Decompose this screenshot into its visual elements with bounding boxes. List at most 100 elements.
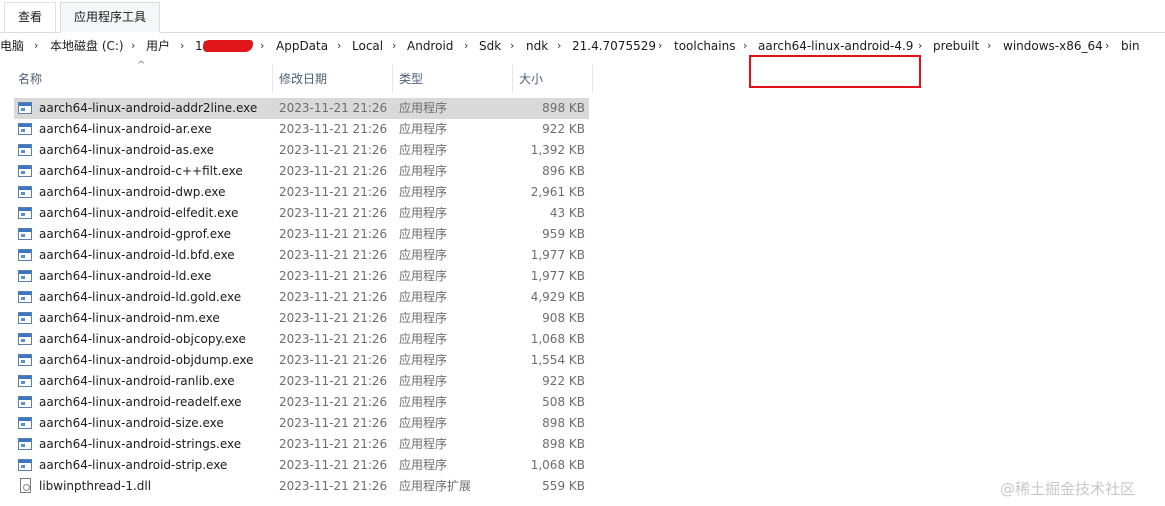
file-size: 43 KB	[549, 206, 585, 220]
breadcrumb-separator-icon[interactable]: ›	[1105, 32, 1109, 60]
column-divider[interactable]	[392, 65, 393, 93]
file-row[interactable]: aarch64-linux-android-nm.exe 2023-11-21 2…	[14, 308, 589, 329]
file-type: 应用程序	[399, 374, 448, 388]
breadcrumb-separator-icon[interactable]: ›	[464, 32, 468, 60]
breadcrumb-separator-icon[interactable]: ›	[743, 32, 747, 60]
breadcrumb-bin[interactable]: bin	[1121, 32, 1140, 60]
file-size: 896 KB	[542, 164, 585, 178]
file-type: 应用程序扩展	[399, 479, 472, 493]
breadcrumb-toolchains[interactable]: toolchains	[674, 32, 735, 60]
column-header-date[interactable]: 修改日期	[279, 65, 327, 93]
file-row[interactable]: libwinpthread-1.dll 2023-11-21 21:26 应用程序扩…	[14, 476, 589, 497]
file-row[interactable]: aarch64-linux-android-readelf.exe 2023-11…	[14, 392, 589, 413]
breadcrumb-separator-icon[interactable]: ›	[510, 32, 514, 60]
breadcrumb-this-pc[interactable]: 电脑	[0, 32, 24, 60]
breadcrumb-separator-icon[interactable]: ›	[260, 32, 264, 60]
file-modified-date: 2023-11-21 21:26	[279, 416, 388, 430]
column-header-name[interactable]: 名称	[18, 65, 42, 93]
file-name: aarch64-linux-android-ranlib.exe	[39, 374, 235, 388]
exe-icon	[18, 459, 32, 471]
exe-icon	[18, 144, 32, 156]
breadcrumb-users[interactable]: 用户	[146, 32, 170, 60]
address-bar[interactable]: 电脑 › 本地磁盘 (C:) › 用户 › 11 › AppData › Loc…	[0, 32, 1165, 88]
file-name: aarch64-linux-android-ld.gold.exe	[39, 290, 242, 304]
breadcrumb-separator-icon[interactable]: ›	[658, 32, 662, 60]
file-name: libwinpthread-1.dll	[39, 479, 152, 493]
breadcrumb-prebuilt[interactable]: prebuilt	[933, 32, 979, 60]
file-modified-date: 2023-11-21 21:26	[279, 101, 388, 115]
file-type: 应用程序	[399, 416, 448, 430]
file-type: 应用程序	[399, 248, 448, 262]
file-type: 应用程序	[399, 332, 448, 346]
file-name: aarch64-linux-android-as.exe	[39, 143, 215, 157]
file-row[interactable]: aarch64-linux-android-elfedit.exe 2023-11…	[14, 203, 589, 224]
dll-icon	[20, 478, 31, 493]
file-row[interactable]: aarch64-linux-android-ar.exe 2023-11-21 2…	[14, 119, 589, 140]
tab-application-tools[interactable]: 应用程序工具	[60, 2, 160, 33]
file-row[interactable]: aarch64-linux-android-c++filt.exe 2023-11…	[14, 161, 589, 182]
column-header-size[interactable]: 大小	[519, 65, 543, 93]
breadcrumb-separator-icon[interactable]: ›	[180, 32, 184, 60]
file-row[interactable]: aarch64-linux-android-addr2line.exe 2023-…	[14, 98, 589, 119]
column-divider[interactable]	[272, 65, 273, 93]
breadcrumb-separator-icon[interactable]: ›	[987, 32, 991, 60]
file-modified-date: 2023-11-21 21:26	[279, 269, 388, 283]
file-type: 应用程序	[399, 311, 448, 325]
breadcrumb-separator-icon[interactable]: ›	[557, 32, 561, 60]
file-row[interactable]: aarch64-linux-android-strip.exe 2023-11-2…	[14, 455, 589, 476]
breadcrumb-local[interactable]: Local	[352, 32, 383, 60]
breadcrumb-sdk[interactable]: Sdk	[479, 32, 501, 60]
column-header-type[interactable]: 类型	[399, 65, 423, 93]
file-size: 4,929 KB	[530, 290, 585, 304]
sort-ascending-icon: ^	[137, 60, 146, 71]
breadcrumb-ndk[interactable]: ndk	[526, 32, 548, 60]
breadcrumb-separator-icon[interactable]: ›	[34, 32, 38, 60]
file-type: 应用程序	[399, 122, 448, 136]
breadcrumb-appdata[interactable]: AppData	[276, 32, 328, 60]
file-row[interactable]: aarch64-linux-android-ld.exe 2023-11-21 2…	[14, 266, 589, 287]
file-modified-date: 2023-11-21 21:26	[279, 227, 388, 241]
file-name: aarch64-linux-android-strings.exe	[39, 437, 242, 451]
file-row[interactable]: aarch64-linux-android-size.exe 2023-11-21…	[14, 413, 589, 434]
file-row[interactable]: aarch64-linux-android-objcopy.exe 2023-11…	[14, 329, 589, 350]
file-row[interactable]: aarch64-linux-android-as.exe 2023-11-21 2…	[14, 140, 589, 161]
breadcrumb-separator-icon[interactable]: ›	[337, 32, 341, 60]
breadcrumb-separator-icon[interactable]: ›	[392, 32, 396, 60]
file-row[interactable]: aarch64-linux-android-strings.exe 2023-11…	[14, 434, 589, 455]
breadcrumb-ndk-version[interactable]: 21.4.7075529	[572, 32, 656, 60]
column-divider[interactable]	[512, 65, 513, 93]
exe-icon	[18, 375, 32, 387]
file-type: 应用程序	[399, 143, 448, 157]
file-type: 应用程序	[399, 353, 448, 367]
file-row[interactable]: aarch64-linux-android-ld.bfd.exe 2023-11-…	[14, 245, 589, 266]
file-row[interactable]: aarch64-linux-android-ld.gold.exe 2023-11…	[14, 287, 589, 308]
file-row[interactable]: aarch64-linux-android-objdump.exe 2023-11…	[14, 350, 589, 371]
file-size: 1,392 KB	[530, 143, 585, 157]
file-type: 应用程序	[399, 101, 448, 115]
file-row[interactable]: aarch64-linux-android-ranlib.exe 2023-11-…	[14, 371, 589, 392]
file-row[interactable]: aarch64-linux-android-dwp.exe 2023-11-21 …	[14, 182, 589, 203]
file-size: 922 KB	[542, 122, 585, 136]
file-size: 898 KB	[542, 416, 585, 430]
file-name: aarch64-linux-android-dwp.exe	[39, 185, 226, 199]
file-modified-date: 2023-11-21 21:26	[279, 311, 388, 325]
breadcrumb-separator-icon[interactable]: ›	[131, 32, 135, 60]
exe-icon	[18, 165, 32, 177]
file-name: aarch64-linux-android-c++filt.exe	[39, 164, 243, 178]
exe-icon	[18, 102, 32, 114]
file-size: 1,554 KB	[530, 353, 585, 367]
file-size: 898 KB	[542, 437, 585, 451]
file-size: 1,068 KB	[530, 332, 585, 346]
breadcrumb-android[interactable]: Android	[407, 32, 453, 60]
exe-icon	[18, 123, 32, 135]
file-row[interactable]: aarch64-linux-android-gprof.exe 2023-11-2…	[14, 224, 589, 245]
file-name: aarch64-linux-android-nm.exe	[39, 311, 220, 325]
breadcrumb-windows-x86-64[interactable]: windows-x86_64	[1003, 32, 1103, 60]
file-modified-date: 2023-11-21 21:26	[279, 143, 388, 157]
file-name: aarch64-linux-android-strip.exe	[39, 458, 228, 472]
exe-icon	[18, 291, 32, 303]
exe-icon	[18, 354, 32, 366]
column-divider[interactable]	[592, 65, 593, 93]
tab-view[interactable]: 查看	[4, 2, 56, 32]
breadcrumb-local-disk[interactable]: 本地磁盘 (C:)	[50, 32, 124, 60]
